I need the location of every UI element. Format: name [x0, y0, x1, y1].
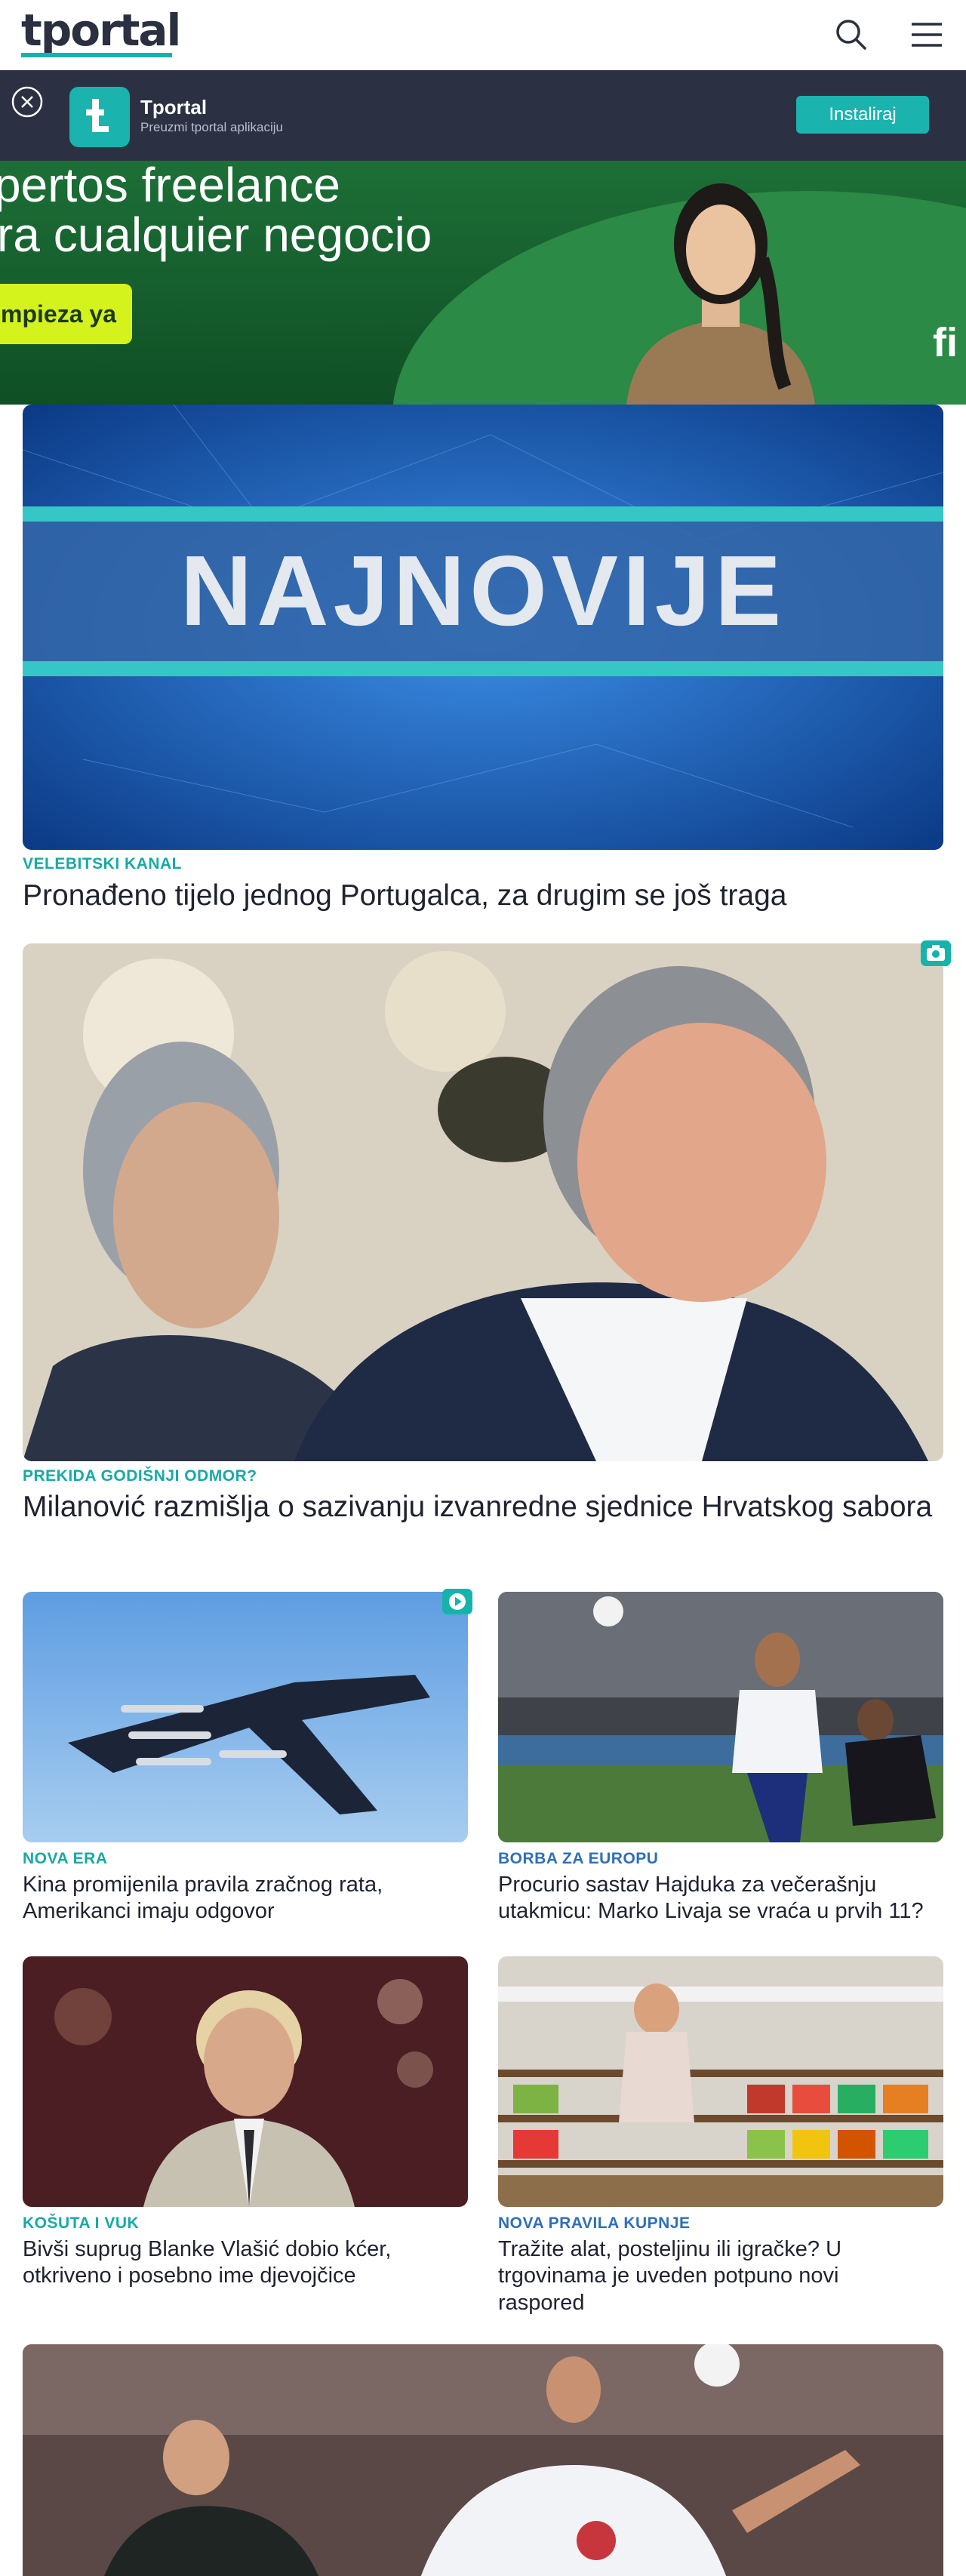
- article-title[interactable]: Kina promijenila pravila zračnog rata, A…: [23, 1872, 468, 1925]
- tportal-logo[interactable]: tportal: [21, 8, 181, 53]
- camera-icon: [921, 940, 951, 966]
- app-install-banner: Tportal Preuzmi tportal aplikaciju Insta…: [0, 70, 966, 161]
- article-image[interactable]: [23, 943, 943, 1461]
- ad-model-image: [626, 183, 815, 405]
- logo-underline: [21, 53, 172, 57]
- article-image[interactable]: [498, 1956, 943, 2207]
- tportal-app-icon: [69, 87, 130, 147]
- article-image[interactable]: [498, 1592, 943, 1842]
- article-image[interactable]: [23, 1956, 468, 2207]
- play-icon: [442, 1589, 472, 1614]
- article-kicker: NOVA ERA: [23, 1850, 108, 1867]
- najnovije-image-text: NAJNOVIJE: [180, 535, 786, 646]
- article-card[interactable]: NAJNOVIJE VELEBITSKI KANAL Pronađeno tij…: [23, 405, 943, 918]
- ad-brand-logo: fi: [933, 320, 958, 365]
- hamburger-menu-icon[interactable]: [906, 14, 948, 56]
- article-image[interactable]: NAJNOVIJE: [23, 405, 943, 850]
- ad-cta-button[interactable]: mpieza ya: [0, 284, 132, 344]
- install-button[interactable]: Instaliraj: [796, 96, 929, 134]
- article-kicker: NOVA PRAVILA KUPNJE: [498, 2214, 691, 2232]
- ad-headline-line2: ra cualquier negocio: [0, 208, 432, 262]
- article-kicker: VELEBITSKI KANAL: [23, 855, 183, 873]
- article-card[interactable]: NOVA PRAVILA KUPNJE Tražite alat, postel…: [498, 1956, 943, 2326]
- article-image[interactable]: [23, 1592, 468, 1842]
- search-icon[interactable]: [830, 14, 872, 56]
- article-title[interactable]: Procurio sastav Hajduka za večerašnju ut…: [498, 1872, 951, 1925]
- article-card[interactable]: BORBA ZA EUROPU Procurio sastav Hajduka …: [498, 1592, 943, 1931]
- article-card[interactable]: KOŠUTA I VUK Bivši suprug Blanke Vlašić …: [23, 1956, 468, 2304]
- article-kicker: PREKIDA GODIŠNJI ODMOR?: [23, 1467, 257, 1485]
- article-kicker: KOŠUTA I VUK: [23, 2214, 140, 2232]
- site-header: tportal: [0, 0, 966, 70]
- article-card[interactable]: [23, 2344, 943, 2576]
- article-card[interactable]: NOVA ERA Kina promijenila pravila zračno…: [23, 1589, 472, 1931]
- app-subtitle: Preuzmi tportal aplikaciju: [140, 120, 283, 134]
- article-title[interactable]: Bivši suprug Blanke Vlašić dobio kćer, o…: [23, 2236, 468, 2290]
- advertisement-banner[interactable]: pertos freelance ra cualquier negocio mp…: [0, 161, 966, 405]
- article-image[interactable]: [23, 2344, 943, 2576]
- article-title[interactable]: Pronađeno tijelo jednog Portugalca, za d…: [23, 877, 943, 914]
- article-kicker: BORBA ZA EUROPU: [498, 1850, 659, 1867]
- article-title[interactable]: Tražite alat, posteljinu ili igračke? U …: [498, 2236, 921, 2316]
- app-name: Tportal: [140, 96, 208, 118]
- close-icon[interactable]: [11, 85, 44, 118]
- article-card[interactable]: PREKIDA GODIŠNJI ODMOR? Milanović razmiš…: [23, 940, 951, 1562]
- article-title[interactable]: Milanović razmišlja o sazivanju izvanred…: [23, 1488, 943, 1525]
